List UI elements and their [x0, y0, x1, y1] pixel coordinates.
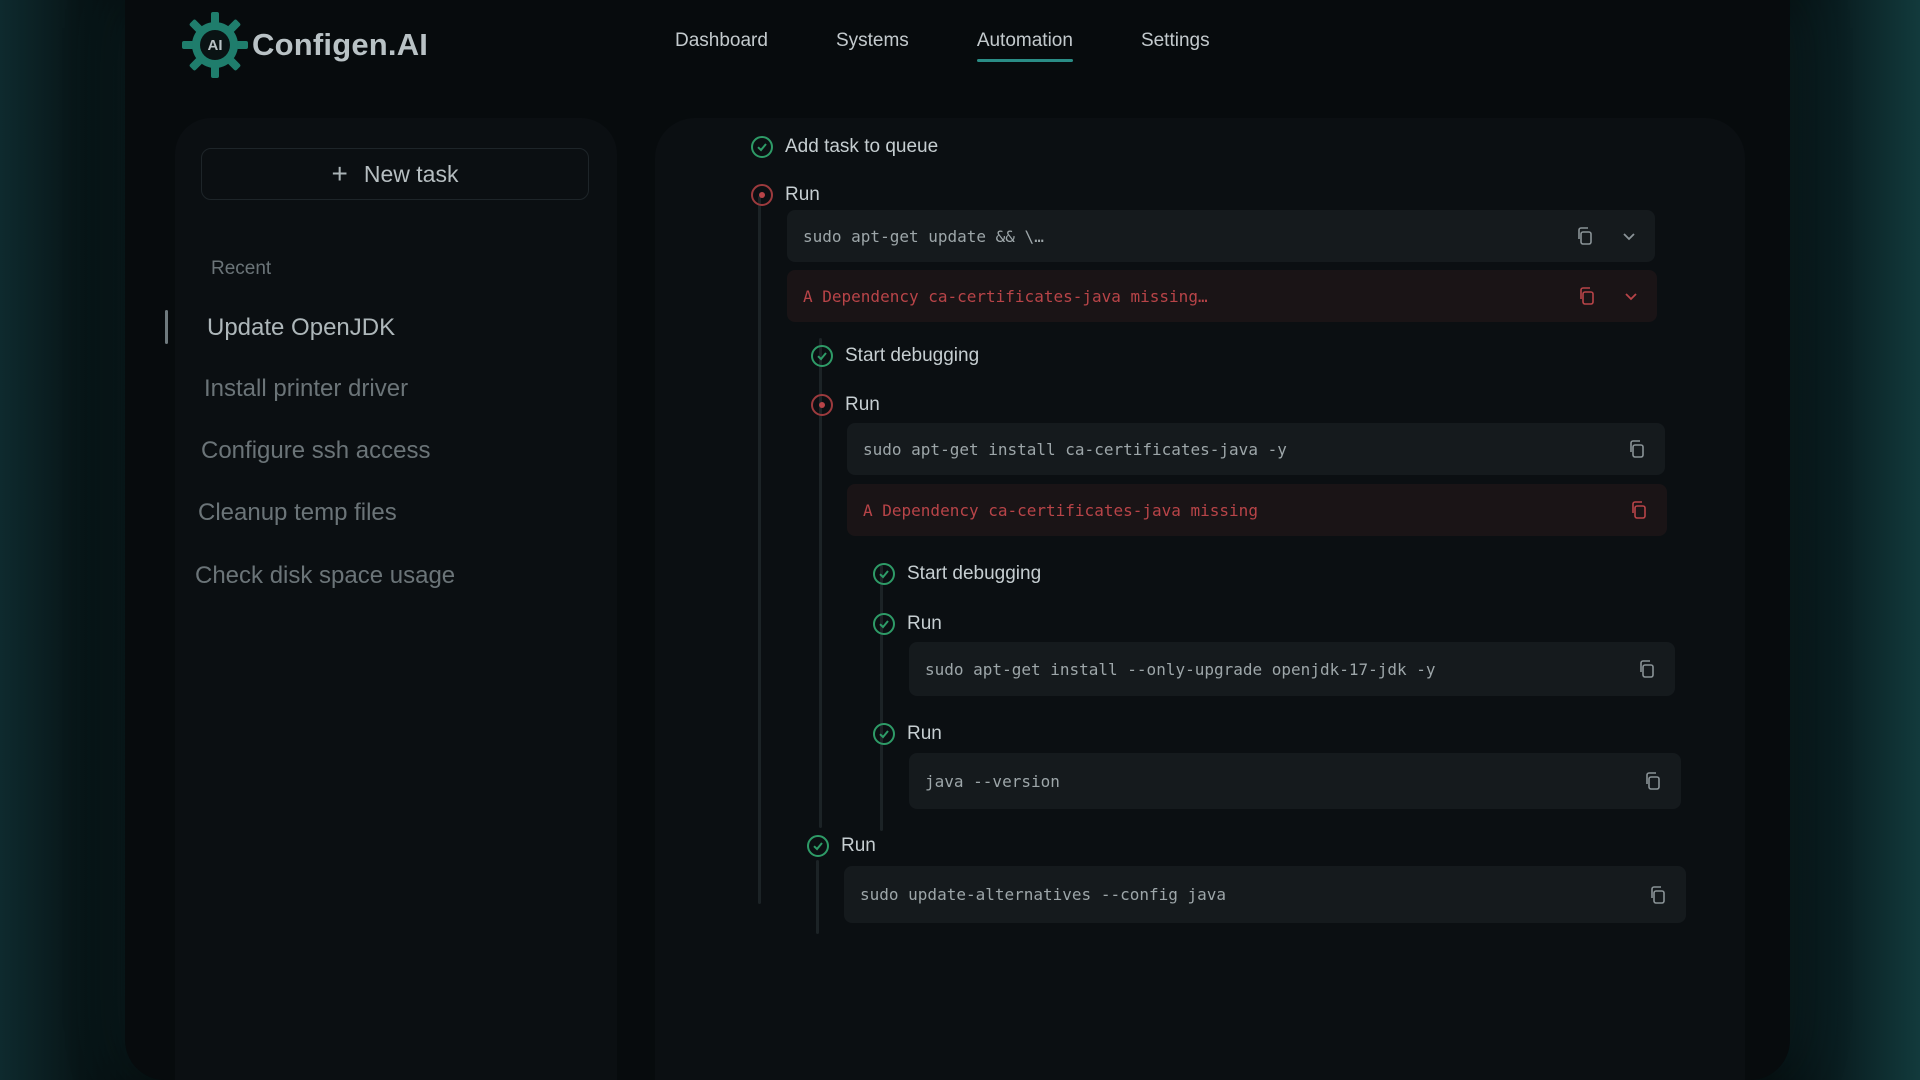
step-label: Add task to queue — [785, 136, 939, 157]
copy-icon[interactable] — [1637, 659, 1657, 679]
check-circle-icon — [873, 563, 895, 585]
box-actions — [1577, 270, 1639, 322]
top-nav: Dashboard Systems Automation Settings — [675, 30, 1278, 62]
tree-connector — [758, 196, 761, 904]
step-run: Run — [873, 613, 942, 635]
copy-icon[interactable] — [1629, 500, 1649, 520]
step-start-debugging: Start debugging — [873, 563, 1041, 585]
app-logo[interactable]: AI Configen.AI — [180, 10, 428, 80]
step-label: Run — [841, 835, 876, 856]
step-run: Run — [811, 394, 880, 416]
nav-dashboard[interactable]: Dashboard — [675, 30, 768, 62]
error-box[interactable]: A Dependency ca-certificates-java missin… — [787, 270, 1657, 322]
nav-settings[interactable]: Settings — [1141, 30, 1210, 62]
nav-automation[interactable]: Automation — [976, 30, 1074, 62]
copy-icon[interactable] — [1577, 286, 1597, 306]
command-text: sudo apt-get update && \… — [803, 226, 1044, 246]
sidebar-item-cleanup-temp-files[interactable]: Cleanup temp files — [198, 499, 397, 527]
new-task-button[interactable]: + New task — [201, 148, 589, 200]
box-actions — [1637, 642, 1657, 696]
error-box[interactable]: A Dependency ca-certificates-java missin… — [847, 484, 1667, 536]
x-circle-icon — [751, 184, 773, 206]
step-label: Run — [907, 723, 942, 744]
step-label: Start debugging — [845, 345, 980, 366]
box-actions — [1643, 753, 1663, 809]
command-box[interactable]: sudo apt-get install --only-upgrade open… — [909, 642, 1675, 696]
logo-badge: AI — [207, 36, 223, 54]
new-task-label: New task — [363, 160, 459, 187]
step-label: Run — [845, 394, 880, 415]
command-text: sudo apt-get install ca-certificates-jav… — [863, 439, 1287, 459]
command-box[interactable]: sudo apt-get install ca-certificates-jav… — [847, 423, 1665, 475]
workflow-panel: Add task to queue Run sudo apt-get updat… — [655, 118, 1745, 1080]
check-circle-icon — [873, 723, 895, 745]
copy-icon[interactable] — [1575, 226, 1595, 246]
gear-logo-icon: AI — [180, 10, 250, 80]
command-text: java --version — [925, 771, 1060, 791]
command-box[interactable]: sudo update-alternatives --config java — [844, 866, 1686, 923]
tree-connector — [880, 565, 883, 831]
sidebar-item-update-openjdk[interactable]: Update OpenJDK — [207, 314, 395, 342]
check-circle-icon — [807, 835, 829, 857]
error-text: A Dependency ca-certificates-java missin… — [803, 286, 1208, 306]
nav-systems[interactable]: Systems — [836, 30, 909, 62]
step-label: Start debugging — [907, 563, 1042, 584]
command-box[interactable]: java --version — [909, 753, 1681, 809]
check-circle-icon — [751, 136, 773, 158]
check-circle-icon — [873, 613, 895, 635]
box-actions — [1648, 866, 1668, 923]
command-box[interactable]: sudo apt-get update && \… — [787, 210, 1655, 262]
step-run: Run — [751, 184, 820, 206]
tree-connector — [816, 860, 819, 934]
check-circle-icon — [811, 345, 833, 367]
box-actions — [1575, 210, 1637, 262]
app-title: Configen.AI — [252, 27, 429, 62]
error-text: A Dependency ca-certificates-java missin… — [863, 500, 1258, 520]
x-circle-icon — [811, 394, 833, 416]
chevron-down-icon[interactable] — [1621, 228, 1637, 244]
chevron-down-icon[interactable] — [1623, 288, 1639, 304]
sidebar-item-check-disk-space-usage[interactable]: Check disk space usage — [195, 562, 455, 590]
step-label: Run — [907, 613, 942, 634]
step-label: Run — [785, 184, 820, 205]
step-run: Run — [873, 723, 942, 745]
recent-heading: Recent — [211, 258, 272, 279]
sidebar-item-configure-ssh-access[interactable]: Configure ssh access — [201, 437, 430, 465]
step-run: Run — [807, 835, 876, 857]
copy-icon[interactable] — [1643, 771, 1663, 791]
copy-icon[interactable] — [1627, 439, 1647, 459]
plus-icon: + — [331, 158, 348, 189]
step-add-task: Add task to queue — [751, 136, 938, 158]
sidebar-item-install-printer-driver[interactable]: Install printer driver — [204, 375, 408, 403]
step-start-debugging: Start debugging — [811, 345, 979, 367]
box-actions — [1627, 423, 1647, 475]
copy-icon[interactable] — [1648, 885, 1668, 905]
command-text: sudo apt-get install --only-upgrade open… — [925, 659, 1436, 679]
box-actions — [1629, 484, 1649, 536]
command-text: sudo update-alternatives --config java — [860, 885, 1227, 904]
sidebar: + New task Recent Update OpenJDK Install… — [165, 118, 617, 1080]
active-indicator — [165, 310, 168, 344]
